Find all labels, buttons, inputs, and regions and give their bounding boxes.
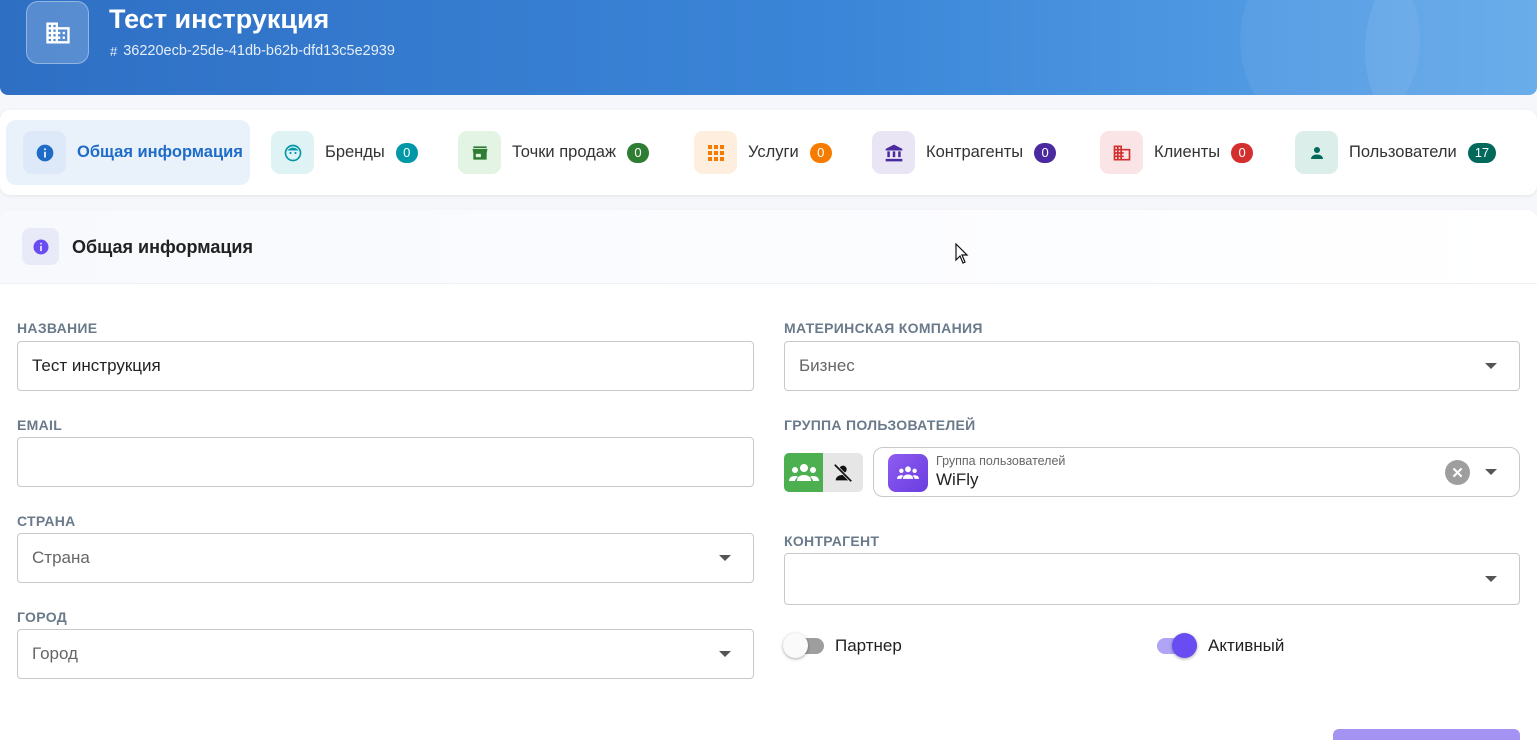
clear-icon[interactable]: ✕ xyxy=(1445,460,1470,485)
header-decoration xyxy=(1365,0,1537,95)
switch-track[interactable] xyxy=(1157,633,1197,658)
page-title: Тест инструкция xyxy=(109,4,330,34)
chevron-down-icon xyxy=(1485,576,1497,582)
person-icon xyxy=(1295,131,1338,174)
switch-knob[interactable] xyxy=(1172,633,1197,658)
tab-label: Услуги xyxy=(748,143,799,161)
group-icon xyxy=(888,454,928,492)
info-icon xyxy=(23,131,66,174)
hash-icon: # xyxy=(110,43,118,59)
count-badge: 0 xyxy=(1231,142,1254,163)
tab-counterparties[interactable]: Контрагенты 0 xyxy=(872,120,1057,185)
active-switch[interactable]: Активный xyxy=(1157,633,1285,658)
section-title: Общая информация xyxy=(72,237,253,257)
building-icon xyxy=(26,1,89,64)
tab-label: Пользователи xyxy=(1349,143,1457,161)
group-mode-toggle[interactable] xyxy=(784,453,863,492)
general-info-section: Общая информация НАЗВАНИЕ Тест инструкци… xyxy=(0,210,1537,740)
name-field[interactable]: Тест инструкция xyxy=(17,341,754,391)
tab-label: Бренды xyxy=(325,143,385,161)
info-icon xyxy=(22,228,59,265)
user-group-value: WiFly xyxy=(936,470,979,489)
section-header: Общая информация xyxy=(0,210,1537,284)
save-button[interactable] xyxy=(1333,729,1520,740)
tab-bar: Общая информация Бренды 0 Точки продаж 0… xyxy=(0,110,1537,195)
chevron-down-icon[interactable] xyxy=(1485,469,1497,475)
name-label: НАЗВАНИЕ xyxy=(17,320,98,336)
country-label: СТРАНА xyxy=(17,513,76,529)
switch-track[interactable] xyxy=(783,633,824,658)
apps-grid-icon xyxy=(694,131,737,174)
email-label: EMAIL xyxy=(17,417,63,433)
person-off-icon[interactable] xyxy=(823,453,863,492)
tab-services[interactable]: Услуги 0 xyxy=(694,120,832,185)
city-placeholder: Город xyxy=(32,644,78,663)
tab-label: Клиенты xyxy=(1154,143,1221,161)
chevron-down-icon xyxy=(1485,363,1497,369)
country-select[interactable]: Страна xyxy=(17,533,754,583)
partner-label: Партнер xyxy=(835,636,902,655)
switch-knob[interactable] xyxy=(783,633,808,658)
user-group-label: ГРУППА ПОЛЬЗОВАТЕЛЕЙ xyxy=(784,417,976,433)
count-badge: 17 xyxy=(1467,142,1497,163)
chevron-down-icon xyxy=(719,555,731,561)
count-badge: 0 xyxy=(627,142,649,163)
counterparty-label: КОНТРАГЕНТ xyxy=(784,533,880,549)
page-header: Тест инструкция # 36220ecb-25de-41db-b62… xyxy=(0,0,1537,95)
record-id-value: 36220ecb-25de-41db-b62b-dfd13c5e2939 xyxy=(123,43,395,59)
tab-label: Контрагенты xyxy=(926,143,1024,161)
parent-company-select[interactable]: Бизнес xyxy=(784,341,1520,391)
country-placeholder: Страна xyxy=(32,548,90,567)
mouse-cursor-icon xyxy=(955,243,969,264)
tab-points-of-sale[interactable]: Точки продаж 0 xyxy=(458,120,649,185)
record-id: # 36220ecb-25de-41db-b62b-dfd13c5e2939 xyxy=(110,43,395,59)
city-select[interactable]: Город xyxy=(17,629,754,679)
parent-company-value: Бизнес xyxy=(799,356,855,375)
building-icon xyxy=(1100,131,1143,174)
name-value: Тест инструкция xyxy=(32,356,161,375)
bank-icon xyxy=(872,131,915,174)
tab-clients[interactable]: Клиенты 0 xyxy=(1100,120,1254,185)
tab-users[interactable]: Пользователи 17 xyxy=(1295,120,1497,185)
user-group-field-label: Группа пользователей xyxy=(936,454,1066,468)
tab-brands[interactable]: Бренды 0 xyxy=(271,120,418,185)
brand-face-icon xyxy=(271,131,314,174)
store-icon xyxy=(458,131,501,174)
tab-label: Точки продаж xyxy=(512,143,616,161)
parent-company-label: МАТЕРИНСКАЯ КОМПАНИЯ xyxy=(784,320,983,336)
group-icon[interactable] xyxy=(784,453,823,492)
user-group-select[interactable]: Группа пользователей WiFly ✕ xyxy=(873,447,1520,497)
tab-general-info[interactable]: Общая информация xyxy=(6,120,250,185)
email-field[interactable] xyxy=(17,437,754,487)
count-badge: 0 xyxy=(1034,142,1057,163)
chevron-down-icon xyxy=(719,651,731,657)
city-label: ГОРОД xyxy=(17,609,67,625)
count-badge: 0 xyxy=(395,142,418,163)
counterparty-select[interactable] xyxy=(784,553,1520,605)
active-label: Активный xyxy=(1208,636,1285,655)
partner-switch[interactable]: Партнер xyxy=(783,633,902,658)
tab-label: Общая информация xyxy=(77,143,243,161)
count-badge: 0 xyxy=(809,142,832,163)
